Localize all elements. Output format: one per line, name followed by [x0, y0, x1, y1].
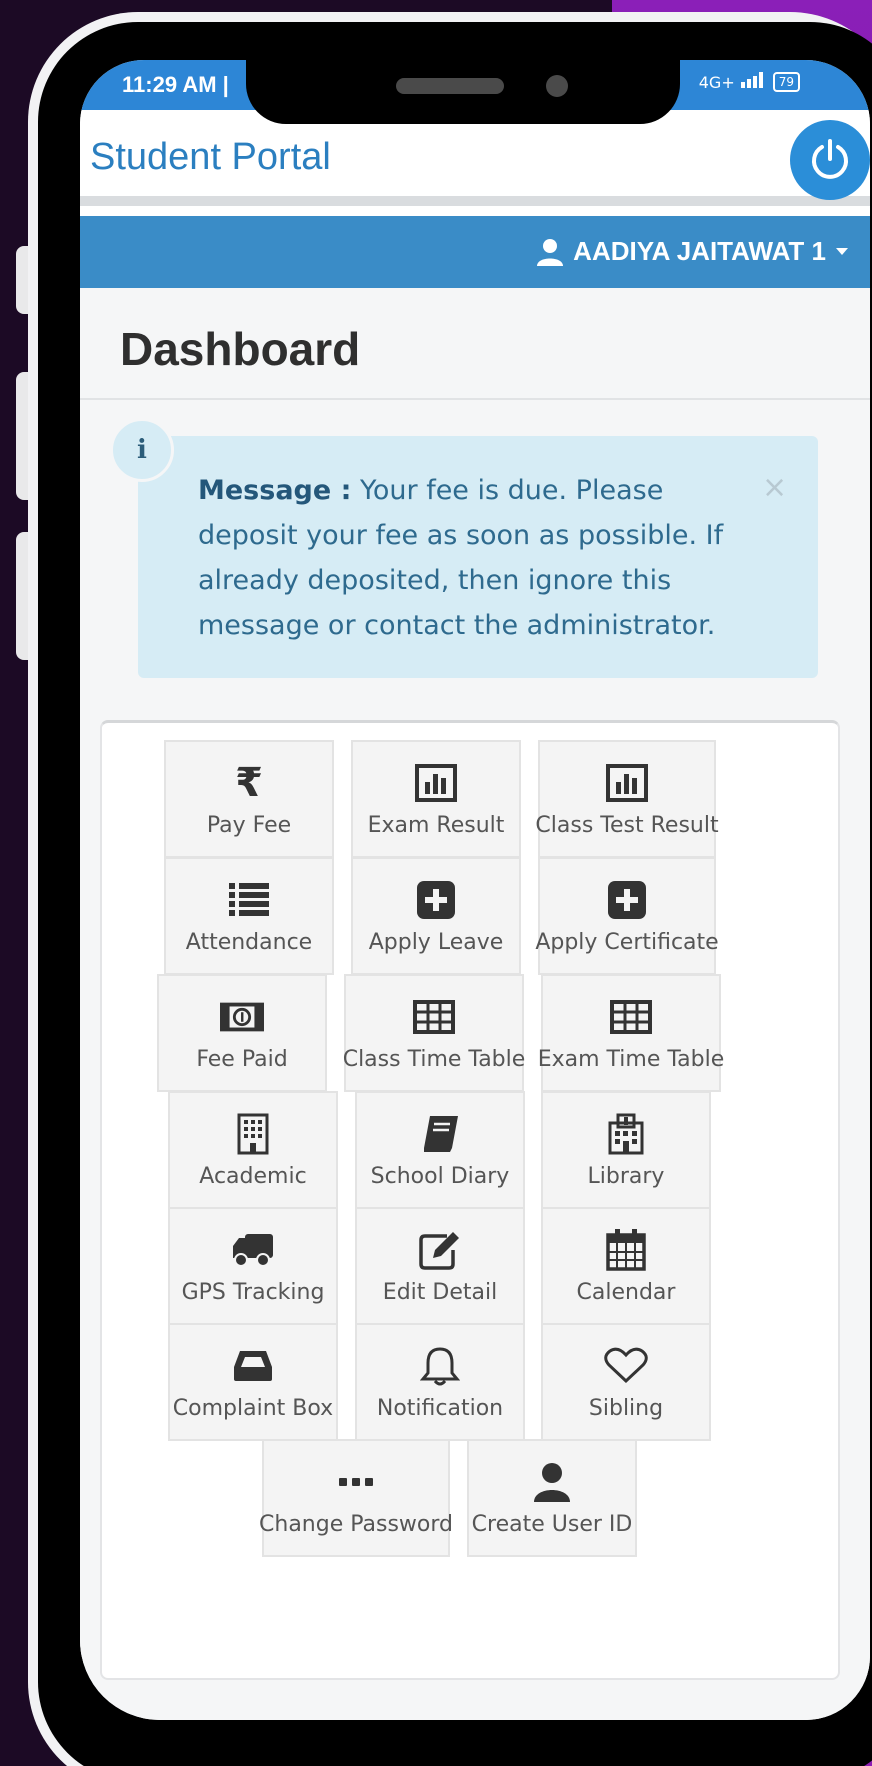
- tile-pay-fee[interactable]: ₹ Pay Fee: [164, 740, 334, 858]
- bell-icon: [418, 1344, 462, 1388]
- tile-label: Academic: [199, 1163, 307, 1189]
- calendar-icon: [604, 1228, 648, 1272]
- tile-notification[interactable]: Notification: [355, 1323, 525, 1441]
- user-bar: AADIYA JAITAWAT 1: [80, 216, 870, 288]
- tile-exam-result[interactable]: Exam Result: [351, 740, 521, 858]
- tile-label: Edit Detail: [382, 1279, 498, 1305]
- heart-icon: [604, 1344, 648, 1388]
- hospital-icon: [604, 1112, 648, 1156]
- tile-label: Calendar: [576, 1279, 676, 1305]
- plus-square-icon: [414, 878, 458, 922]
- phone-notch: [246, 60, 680, 124]
- power-icon: [812, 139, 848, 179]
- tile-fee-paid[interactable]: Fee Paid: [157, 974, 327, 1092]
- tile-label: School Diary: [370, 1163, 510, 1189]
- plus-square-icon: [605, 878, 649, 922]
- tile-label: Fee Paid: [196, 1046, 288, 1072]
- user-name: AADIYA JAITAWAT 1: [573, 236, 826, 266]
- tile-label: Notification: [376, 1395, 504, 1421]
- page-title: Dashboard: [120, 323, 361, 375]
- list-icon: [227, 878, 271, 922]
- alert-label: Message :: [198, 475, 352, 506]
- tile-label: Create User ID: [471, 1511, 633, 1537]
- tile-academic[interactable]: Academic: [168, 1091, 338, 1209]
- app-title: Student Portal: [90, 136, 331, 178]
- title-divider: [80, 398, 870, 400]
- tile-calendar[interactable]: Calendar: [541, 1207, 711, 1325]
- phone-screen: 11:29 AM | 4G+ 79 Student Portal AADIYA …: [80, 60, 870, 1720]
- tile-label: Apply Certificate: [535, 929, 719, 955]
- tile-change-password[interactable]: Change Password: [259, 1439, 453, 1557]
- front-camera: [546, 75, 568, 97]
- tile-label: Exam Time Table: [537, 1046, 725, 1072]
- edit-icon: [418, 1228, 462, 1272]
- tile-class-time-table[interactable]: Class Time Table: [342, 974, 526, 1092]
- bar-chart-icon: [414, 761, 458, 805]
- battery-icon: 79: [772, 72, 800, 92]
- close-icon[interactable]: ×: [762, 470, 787, 505]
- tile-apply-certificate[interactable]: Apply Certificate: [535, 857, 719, 975]
- truck-icon: [231, 1228, 275, 1272]
- tile-label: Exam Result: [367, 812, 505, 838]
- alert-message: Message : Your fee is due. Please deposi…: [198, 468, 738, 648]
- tile-label: Apply Leave: [368, 929, 504, 955]
- ellipsis-icon: [334, 1460, 378, 1504]
- tile-sibling[interactable]: Sibling: [541, 1323, 711, 1441]
- status-icons: 4G+ 79: [699, 72, 800, 92]
- book-icon: [418, 1112, 462, 1156]
- tile-label: Library: [587, 1163, 665, 1189]
- tile-label: Complaint Box: [172, 1395, 334, 1421]
- caret-down-icon: [836, 247, 848, 255]
- status-time: 11:29 AM |: [122, 72, 229, 97]
- tile-label: Attendance: [185, 929, 313, 955]
- tile-label: Pay Fee: [206, 812, 292, 838]
- tile-edit-detail[interactable]: Edit Detail: [355, 1207, 525, 1325]
- tile-label: Class Time Table: [342, 1046, 526, 1072]
- user-icon: [530, 1460, 574, 1504]
- dashboard-panel: ₹ Pay Fee Exam Result Class Test Result …: [100, 720, 840, 1680]
- tile-apply-leave[interactable]: Apply Leave: [351, 857, 521, 975]
- tile-label: Change Password: [259, 1511, 453, 1537]
- tile-complaint-box[interactable]: Complaint Box: [168, 1323, 338, 1441]
- tile-attendance[interactable]: Attendance: [164, 857, 334, 975]
- rupee-icon: ₹: [235, 759, 263, 806]
- table-icon: [609, 995, 653, 1039]
- table-icon: [412, 995, 456, 1039]
- app-header: Student Portal: [80, 110, 870, 206]
- tile-exam-time-table[interactable]: Exam Time Table: [538, 974, 724, 1092]
- tile-label: Sibling: [588, 1395, 664, 1421]
- tile-library[interactable]: Library: [541, 1091, 711, 1209]
- tile-create-user-id[interactable]: Create User ID: [467, 1439, 637, 1557]
- tile-school-diary[interactable]: School Diary: [355, 1091, 525, 1209]
- user-menu[interactable]: AADIYA JAITAWAT 1: [537, 236, 848, 267]
- bar-chart-icon: [605, 761, 649, 805]
- signal-icon: [740, 72, 767, 92]
- money-icon: [220, 995, 264, 1039]
- info-icon: i: [110, 418, 174, 482]
- tile-class-test-result[interactable]: Class Test Result: [535, 740, 719, 858]
- logout-button[interactable]: [790, 120, 870, 200]
- speaker-grille: [396, 78, 504, 94]
- building-icon: [231, 1112, 275, 1156]
- tile-gps-tracking[interactable]: GPS Tracking: [168, 1207, 338, 1325]
- tile-label: GPS Tracking: [181, 1279, 325, 1305]
- inbox-icon: [231, 1344, 275, 1388]
- network-indicator: 4G+: [698, 72, 735, 92]
- user-icon: [537, 238, 564, 266]
- tile-label: Class Test Result: [535, 812, 719, 838]
